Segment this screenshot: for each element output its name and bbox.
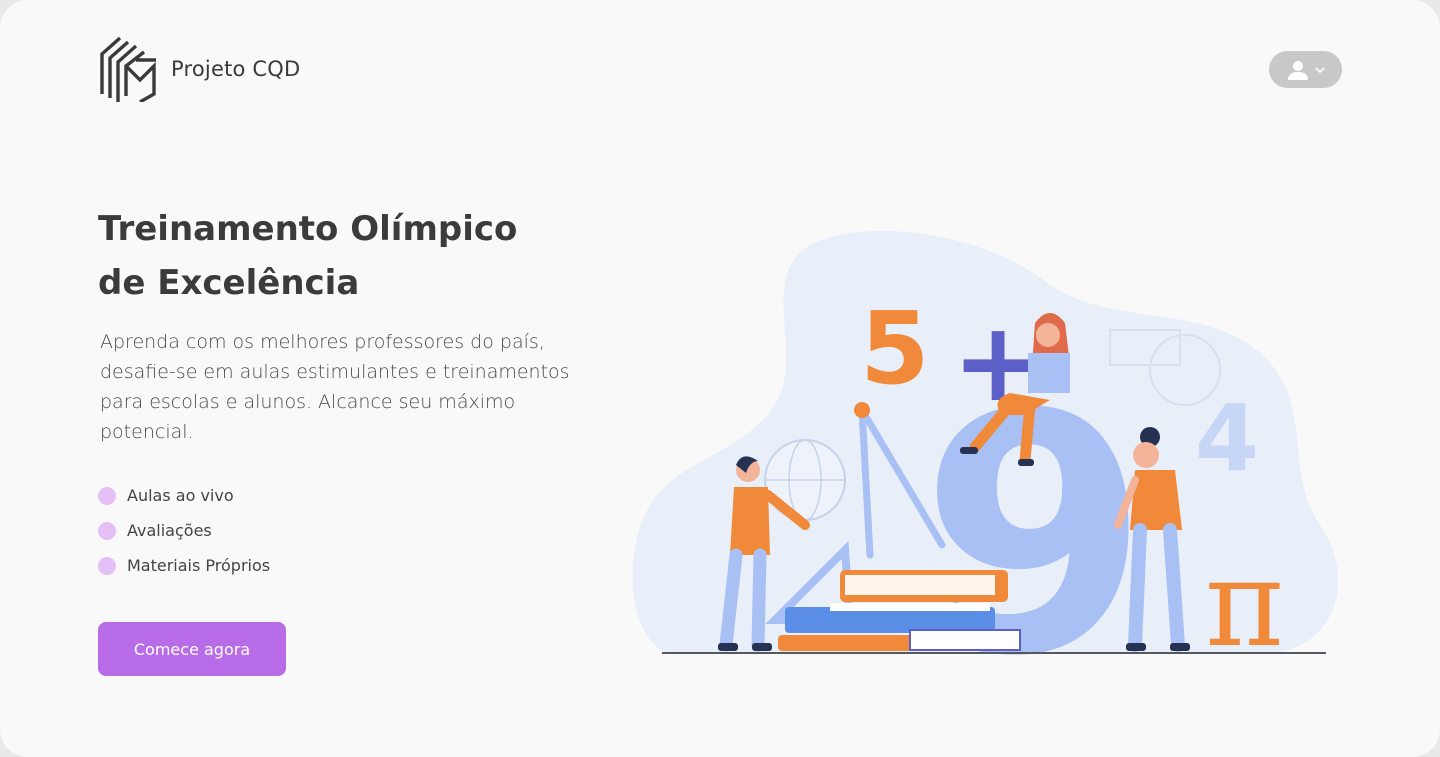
hero-title-line-1: Treinamento Olímpico bbox=[98, 209, 518, 249]
hero-description: Aprenda com os melhores professores do p… bbox=[100, 331, 570, 443]
bullet-dot-icon bbox=[98, 556, 116, 575]
feature-item: Materiais Próprios bbox=[98, 548, 270, 583]
landing-card: Projeto CQD Treinamento Olímpico de Exce… bbox=[0, 0, 1440, 757]
user-icon bbox=[1287, 60, 1308, 80]
feature-item: Aulas ao vivo bbox=[98, 478, 270, 513]
chevron-down-icon bbox=[1314, 66, 1325, 73]
bullet-dot-icon bbox=[98, 486, 116, 505]
number-four: 4 bbox=[1195, 385, 1259, 492]
math-illustration: 5 4 9 π + bbox=[632, 230, 1339, 665]
feature-list: Aulas ao vivo Avaliações Materiais Própr… bbox=[98, 478, 270, 583]
brand-name: Projeto CQD bbox=[171, 57, 301, 81]
feature-label: Aulas ao vivo bbox=[127, 486, 234, 505]
feature-label: Avaliações bbox=[127, 521, 212, 540]
feature-label: Materiais Próprios bbox=[127, 556, 271, 575]
pi-symbol: π bbox=[1205, 535, 1284, 665]
feature-item: Avaliações bbox=[98, 513, 270, 548]
cqd-logo-icon bbox=[100, 36, 156, 102]
user-menu-button[interactable] bbox=[1269, 51, 1342, 88]
brand-logo[interactable]: Projeto CQD bbox=[100, 36, 300, 102]
hero-title: Treinamento Olímpico de Excelência bbox=[98, 202, 578, 310]
hero-title-line-2: de Excelência bbox=[98, 263, 360, 303]
get-started-button[interactable]: Comece agora bbox=[98, 622, 286, 676]
bullet-dot-icon bbox=[98, 521, 116, 540]
